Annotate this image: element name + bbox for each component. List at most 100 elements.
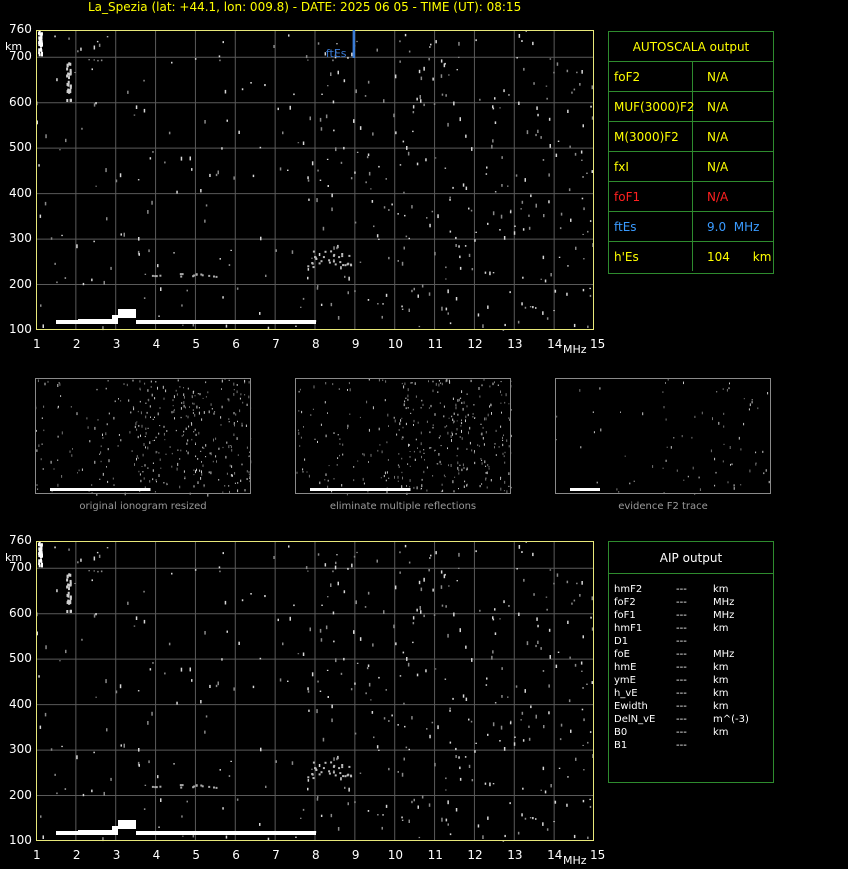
echo-pixel — [238, 130, 240, 134]
echo-pixel — [468, 718, 470, 721]
echo-pixel — [204, 219, 206, 223]
echo-pixel — [119, 684, 122, 689]
echo-pixel — [403, 757, 405, 761]
thumb-trace-pixel — [74, 488, 76, 491]
thumb-pixel — [134, 425, 136, 429]
echo-pixel — [115, 179, 118, 183]
echo-pixel — [492, 650, 494, 654]
echo-pixel — [566, 803, 568, 807]
aip-value: --- — [676, 701, 687, 712]
echo-pixel — [471, 147, 473, 151]
echo-pixel — [404, 544, 407, 548]
thumb-pixel — [221, 388, 222, 390]
thumb-pixel — [368, 461, 369, 463]
thumb-trace-pixel — [66, 488, 68, 491]
thumb-trace-pixel — [598, 488, 600, 491]
trace-pixel — [284, 320, 286, 324]
thumb-pixel — [478, 387, 480, 390]
echo-pixel — [222, 807, 224, 810]
trace-pixel — [280, 320, 282, 324]
echo-pixel — [401, 261, 404, 266]
thumb-pixel — [136, 455, 138, 458]
thumb-pixel — [480, 433, 482, 435]
echo-pixel — [158, 826, 160, 828]
trace-pixel — [198, 320, 200, 324]
thumb-pixel — [234, 482, 236, 484]
echo-pixel — [307, 687, 309, 691]
echo-pixel — [475, 550, 477, 553]
y-tick-label: 600 — [9, 94, 32, 109]
trace-pixel — [276, 831, 278, 835]
echo-pixel — [509, 210, 512, 214]
thumb-trace-pixel — [84, 488, 86, 491]
trace-pixel — [332, 260, 335, 263]
thumb-trace-pixel — [143, 488, 145, 491]
echo-pixel — [399, 675, 402, 677]
thumb-trace-pixel — [570, 488, 572, 491]
thumb-pixel — [666, 446, 668, 448]
echo-pixel — [494, 97, 496, 100]
echo-pixel — [482, 324, 484, 328]
thumb-pixel — [504, 401, 506, 404]
echo-pixel — [465, 645, 467, 649]
thumb-pixel — [70, 406, 72, 408]
echo-pixel — [288, 34, 290, 37]
trace-pixel — [88, 319, 90, 324]
echo-pixel — [401, 816, 403, 819]
trace-pixel — [296, 320, 298, 324]
trace-pixel — [206, 831, 208, 835]
echo-pixel — [516, 568, 518, 570]
echo-pixel — [66, 610, 69, 613]
thumb-trace-pixel — [80, 488, 82, 491]
echo-pixel — [499, 740, 501, 742]
echo-pixel — [38, 36, 41, 40]
trace-pixel — [248, 831, 250, 835]
thumb-trace-pixel — [585, 488, 587, 491]
y-tick-label: 700 — [9, 560, 32, 575]
echo-pixel — [474, 750, 476, 753]
trace-pixel — [208, 274, 211, 277]
thumb-pixel — [487, 413, 489, 417]
echo-pixel — [319, 628, 322, 633]
trace-pixel — [188, 320, 190, 324]
thumb-pixel — [299, 445, 301, 447]
echo-pixel — [368, 682, 371, 687]
thumb-frame — [35, 378, 251, 494]
thumb-pixel — [489, 385, 491, 388]
echo-pixel — [77, 50, 79, 53]
thumb-pixel — [144, 382, 146, 385]
trace-pixel — [170, 320, 172, 324]
trace-pixel — [318, 262, 321, 265]
echo-pixel — [589, 805, 592, 808]
thumb-trace-pixel — [101, 488, 103, 491]
trace-pixel — [110, 830, 112, 835]
echo-pixel — [38, 547, 41, 551]
trace-pixel — [310, 831, 312, 835]
echo-pixel — [418, 580, 421, 585]
thumb-trace-pixel — [146, 488, 148, 491]
x-tick-label: 3 — [112, 848, 121, 862]
thumb-pixel — [213, 412, 215, 415]
thumb-pixel — [483, 443, 485, 446]
thumb-pixel — [398, 429, 400, 431]
thumb-pixel — [662, 391, 664, 393]
echo-pixel — [549, 655, 551, 659]
x-tick-label: 9 — [351, 848, 360, 862]
echo-pixel — [521, 200, 524, 204]
trace-pixel — [120, 820, 122, 829]
trace-pixel — [56, 320, 58, 324]
trace-pixel — [148, 831, 150, 835]
thumb-pixel — [99, 453, 101, 455]
echo-pixel — [365, 181, 367, 184]
echo-pixel — [316, 796, 319, 799]
thumb-pixel — [58, 382, 60, 384]
thumb-pixel — [452, 422, 454, 424]
echo-pixel — [449, 230, 452, 233]
echo-pixel — [517, 831, 520, 835]
thumb-trace-pixel — [579, 488, 581, 491]
trace-pixel — [258, 320, 260, 324]
aip-value: --- — [676, 610, 687, 621]
thumb-trace-pixel — [395, 488, 397, 491]
echo-pixel — [320, 127, 323, 131]
thumb-pixel — [42, 468, 44, 470]
